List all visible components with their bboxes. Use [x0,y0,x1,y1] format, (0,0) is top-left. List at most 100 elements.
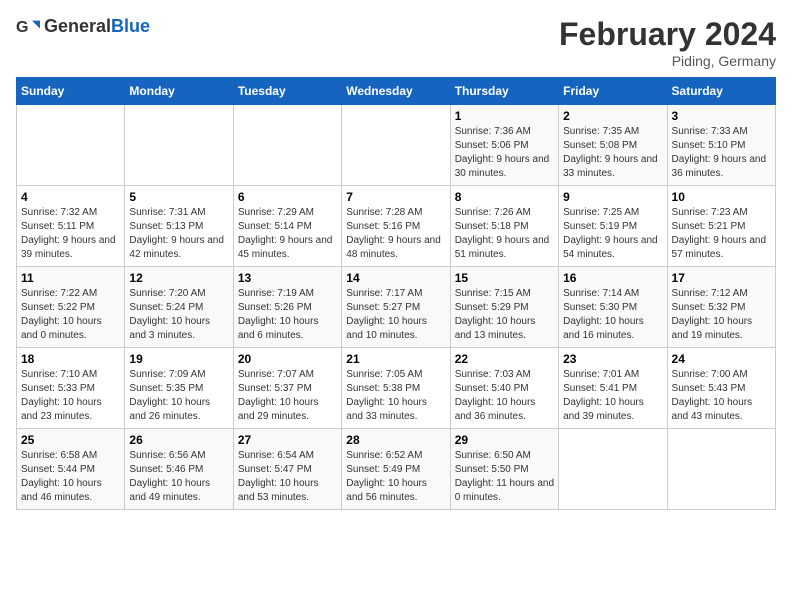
day-info: Sunrise: 7:32 AM Sunset: 5:11 PM Dayligh… [21,206,120,262]
calendar-cell [233,105,341,186]
day-info: Sunrise: 6:56 AM Sunset: 5:46 PM Dayligh… [129,449,228,505]
calendar-cell: 27 Sunrise: 6:54 AM Sunset: 5:47 PM Dayli… [233,429,341,510]
calendar-cell: 5 Sunrise: 7:31 AM Sunset: 5:13 PM Daylig… [125,186,233,267]
day-info: Sunrise: 7:17 AM Sunset: 5:27 PM Dayligh… [346,287,445,343]
day-number: 21 [346,352,445,366]
day-info: Sunrise: 7:31 AM Sunset: 5:13 PM Dayligh… [129,206,228,262]
day-info: Sunrise: 7:12 AM Sunset: 5:32 PM Dayligh… [672,287,771,343]
location-title: Piding, Germany [559,53,776,69]
day-info: Sunrise: 7:10 AM Sunset: 5:33 PM Dayligh… [21,368,120,424]
day-number: 25 [21,433,120,447]
day-info: Sunrise: 7:01 AM Sunset: 5:41 PM Dayligh… [563,368,662,424]
day-number: 27 [238,433,337,447]
day-number: 3 [672,109,771,123]
calendar-cell: 8 Sunrise: 7:26 AM Sunset: 5:18 PM Daylig… [450,186,558,267]
day-info: Sunrise: 7:36 AM Sunset: 5:06 PM Dayligh… [455,125,554,181]
day-info: Sunrise: 7:29 AM Sunset: 5:14 PM Dayligh… [238,206,337,262]
day-number: 14 [346,271,445,285]
calendar-cell: 21Sunrise: 7:05 AM Sunset: 5:38 PM Dayli… [342,348,450,429]
month-title: February 2024 [559,16,776,53]
day-number: 26 [129,433,228,447]
calendar-cell: 4 Sunrise: 7:32 AM Sunset: 5:11 PM Daylig… [17,186,125,267]
weekday-header-row: Sunday Monday Tuesday Wednesday Thursday… [17,78,776,105]
day-info: Sunrise: 7:07 AM Sunset: 5:37 PM Dayligh… [238,368,337,424]
calendar-cell: 1 Sunrise: 7:36 AM Sunset: 5:06 PM Daylig… [450,105,558,186]
title-block: February 2024 Piding, Germany [559,16,776,69]
day-info: Sunrise: 6:58 AM Sunset: 5:44 PM Dayligh… [21,449,120,505]
day-info: Sunrise: 7:22 AM Sunset: 5:22 PM Dayligh… [21,287,120,343]
day-number: 16 [563,271,662,285]
calendar-cell: 19Sunrise: 7:09 AM Sunset: 5:35 PM Dayli… [125,348,233,429]
header-friday: Friday [559,78,667,105]
calendar-cell: 20 Sunrise: 7:07 AM Sunset: 5:37 PM Dayli… [233,348,341,429]
day-number: 20 [238,352,337,366]
calendar-cell [125,105,233,186]
calendar-cell: 14 Sunrise: 7:17 AM Sunset: 5:27 PM Dayli… [342,267,450,348]
day-number: 1 [455,109,554,123]
calendar-cell: 6Sunrise: 7:29 AM Sunset: 5:14 PM Daylig… [233,186,341,267]
calendar-cell: 9Sunrise: 7:25 AM Sunset: 5:19 PM Daylig… [559,186,667,267]
calendar-cell [342,105,450,186]
calendar-cell: 11 Sunrise: 7:22 AM Sunset: 5:22 PM Dayli… [17,267,125,348]
day-number: 28 [346,433,445,447]
calendar-cell: 12 Sunrise: 7:20 AM Sunset: 5:24 PM Dayli… [125,267,233,348]
calendar-cell: 29 Sunrise: 6:50 AM Sunset: 5:50 PM Dayli… [450,429,558,510]
day-info: Sunrise: 7:23 AM Sunset: 5:21 PM Dayligh… [672,206,771,262]
calendar-cell: 3 Sunrise: 7:33 AM Sunset: 5:10 PM Daylig… [667,105,775,186]
day-number: 10 [672,190,771,204]
day-info: Sunrise: 7:28 AM Sunset: 5:16 PM Dayligh… [346,206,445,262]
calendar-cell: 16 Sunrise: 7:14 AM Sunset: 5:30 PM Dayli… [559,267,667,348]
day-info: Sunrise: 6:50 AM Sunset: 5:50 PM Dayligh… [455,449,554,505]
day-info: Sunrise: 7:33 AM Sunset: 5:10 PM Dayligh… [672,125,771,181]
calendar-week-4: 25 Sunrise: 6:58 AM Sunset: 5:44 PM Dayli… [17,429,776,510]
calendar-cell: 17 Sunrise: 7:12 AM Sunset: 5:32 PM Dayli… [667,267,775,348]
day-number: 17 [672,271,771,285]
calendar-week-1: 4 Sunrise: 7:32 AM Sunset: 5:11 PM Daylig… [17,186,776,267]
logo-blue: Blue [111,16,150,36]
header-thursday: Thursday [450,78,558,105]
calendar-table: Sunday Monday Tuesday Wednesday Thursday… [16,77,776,510]
day-number: 18 [21,352,120,366]
calendar-cell [559,429,667,510]
day-number: 12 [129,271,228,285]
day-number: 11 [21,271,120,285]
header-saturday: Saturday [667,78,775,105]
calendar-cell: 13 Sunrise: 7:19 AM Sunset: 5:26 PM Dayli… [233,267,341,348]
day-number: 24 [672,352,771,366]
page-header: G GeneralBlue February 2024 Piding, Germ… [16,16,776,69]
day-info: Sunrise: 6:54 AM Sunset: 5:47 PM Dayligh… [238,449,337,505]
calendar-cell: 2Sunrise: 7:35 AM Sunset: 5:08 PM Daylig… [559,105,667,186]
header-tuesday: Tuesday [233,78,341,105]
day-info: Sunrise: 7:26 AM Sunset: 5:18 PM Dayligh… [455,206,554,262]
day-info: Sunrise: 7:19 AM Sunset: 5:26 PM Dayligh… [238,287,337,343]
day-number: 15 [455,271,554,285]
logo-general: General [44,16,111,36]
day-number: 22 [455,352,554,366]
day-number: 23 [563,352,662,366]
calendar-week-2: 11 Sunrise: 7:22 AM Sunset: 5:22 PM Dayli… [17,267,776,348]
day-info: Sunrise: 6:52 AM Sunset: 5:49 PM Dayligh… [346,449,445,505]
svg-text:G: G [16,18,28,35]
calendar-cell: 28 Sunrise: 6:52 AM Sunset: 5:49 PM Dayli… [342,429,450,510]
day-number: 13 [238,271,337,285]
logo-icon: G [16,17,40,37]
day-info: Sunrise: 7:15 AM Sunset: 5:29 PM Dayligh… [455,287,554,343]
calendar-cell: 18 Sunrise: 7:10 AM Sunset: 5:33 PM Dayli… [17,348,125,429]
day-number: 5 [129,190,228,204]
day-info: Sunrise: 7:20 AM Sunset: 5:24 PM Dayligh… [129,287,228,343]
header-sunday: Sunday [17,78,125,105]
day-number: 4 [21,190,120,204]
calendar-cell [17,105,125,186]
calendar-header: Sunday Monday Tuesday Wednesday Thursday… [17,78,776,105]
calendar-cell [667,429,775,510]
calendar-cell: 23 Sunrise: 7:01 AM Sunset: 5:41 PM Dayli… [559,348,667,429]
day-info: Sunrise: 7:35 AM Sunset: 5:08 PM Dayligh… [563,125,662,181]
calendar-cell: 25 Sunrise: 6:58 AM Sunset: 5:44 PM Dayli… [17,429,125,510]
day-number: 29 [455,433,554,447]
day-number: 8 [455,190,554,204]
logo: G GeneralBlue [16,16,150,37]
day-info: Sunrise: 7:09 AM Sunset: 5:35 PM Dayligh… [129,368,228,424]
day-number: 9 [563,190,662,204]
day-info: Sunrise: 7:14 AM Sunset: 5:30 PM Dayligh… [563,287,662,343]
header-wednesday: Wednesday [342,78,450,105]
